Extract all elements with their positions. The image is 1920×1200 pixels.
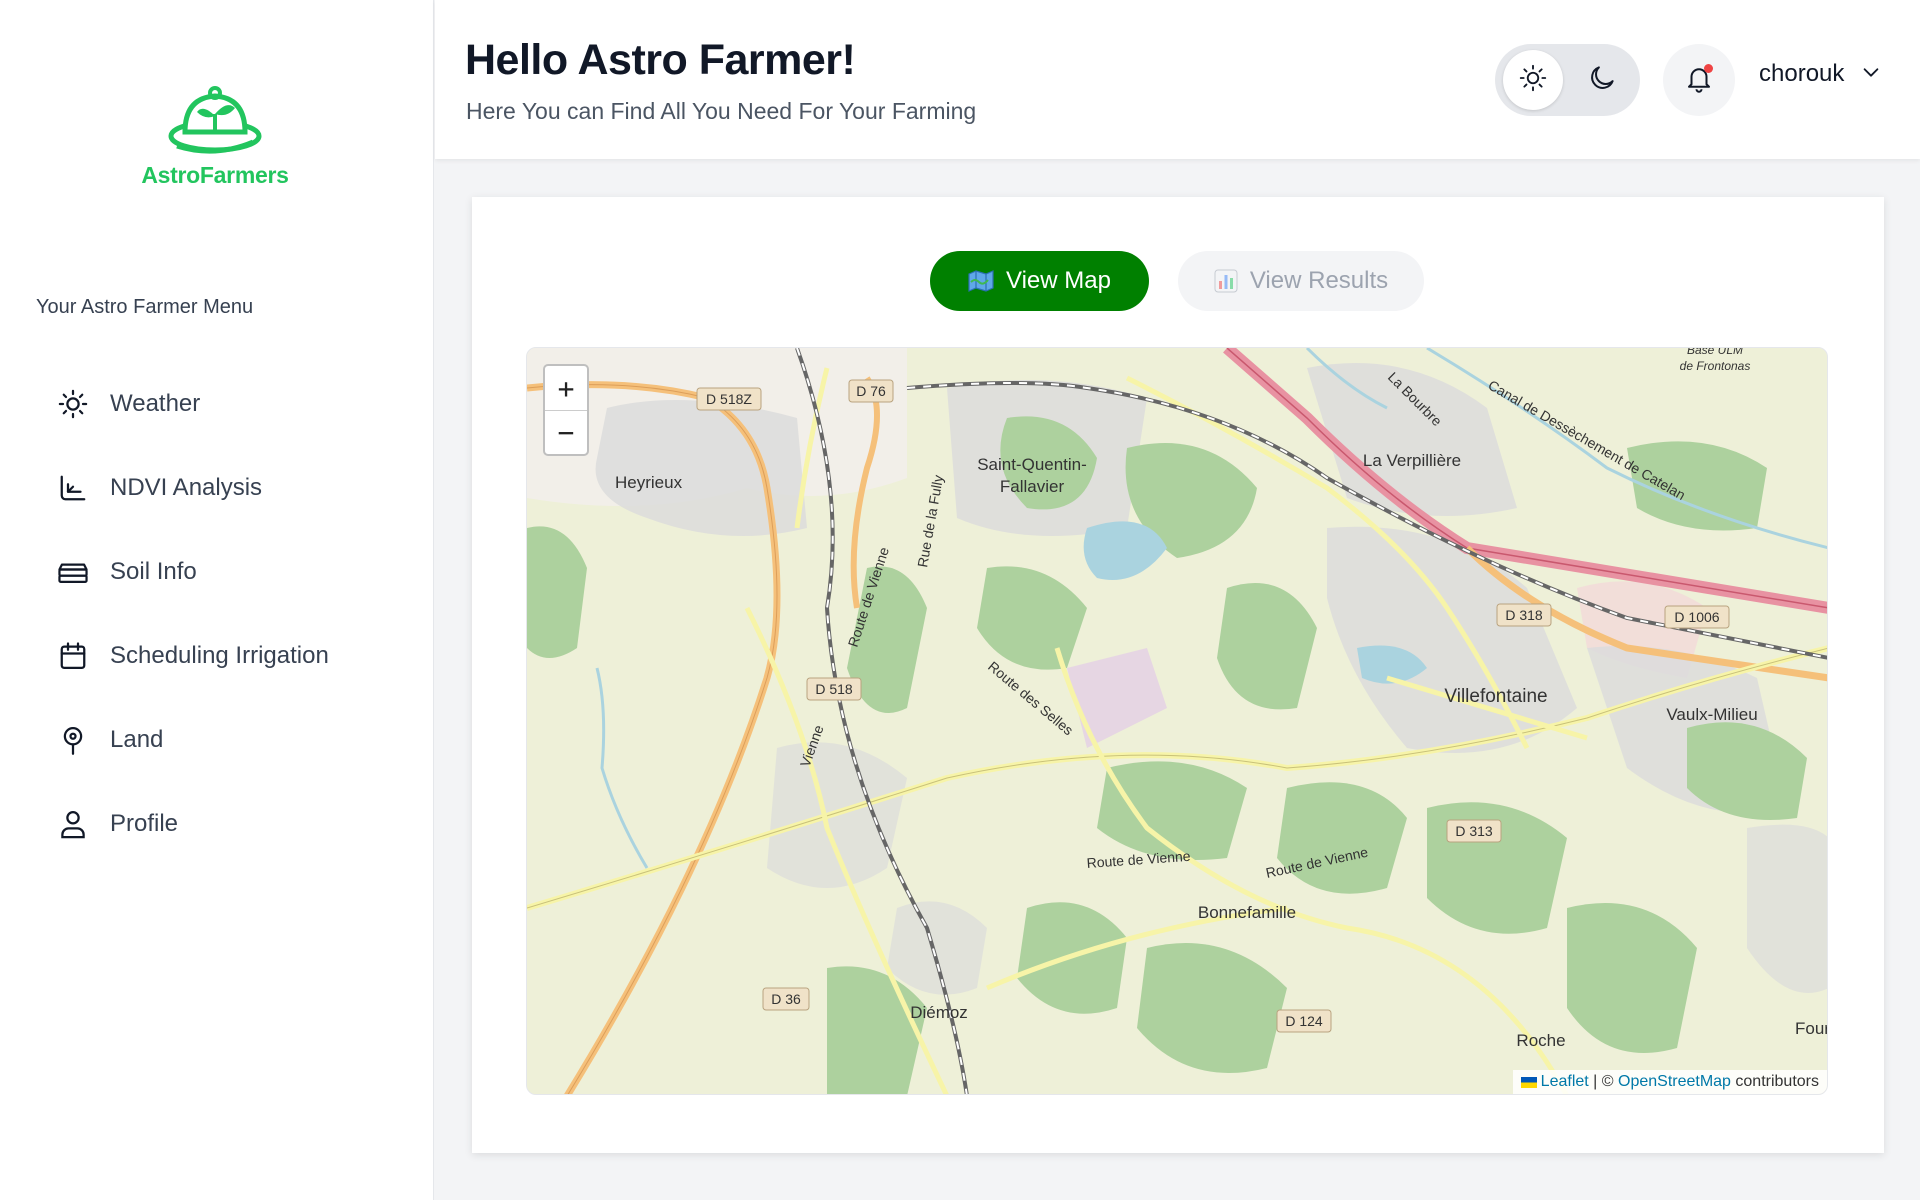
user-name: chorouk — [1759, 60, 1845, 87]
astrofarmers-logo-icon — [168, 86, 262, 154]
zoom-out-button[interactable]: − — [545, 410, 587, 454]
tab-label: View Map — [1006, 267, 1111, 294]
place-la-verpilliere: La Verpillière — [1363, 451, 1461, 470]
map-pin-icon — [56, 723, 90, 757]
map-emoji-icon — [968, 270, 994, 292]
ndvi-chart-icon — [56, 471, 90, 505]
notification-badge — [1704, 64, 1713, 73]
calendar-icon — [56, 639, 90, 673]
road-label-d518: D 518 — [806, 677, 862, 701]
sidebar-item-scheduling-irrigation[interactable]: Scheduling Irrigation — [56, 614, 329, 698]
map-attribution: Leaflet | © OpenStreetMap contributors — [1512, 1070, 1827, 1094]
theme-toggle — [1495, 44, 1640, 116]
place-fallavier: Fallavier — [1000, 477, 1065, 496]
road-label-d1006: D 1006 — [1664, 605, 1730, 629]
tab-view-map[interactable]: View Map — [930, 251, 1149, 311]
place-saint-quentin: Saint-Quentin- — [977, 455, 1087, 474]
menu-heading: Your Astro Farmer Menu — [36, 296, 254, 318]
soil-layers-icon — [56, 555, 90, 589]
svg-text:D 76: D 76 — [856, 383, 886, 399]
svg-text:D 518Z: D 518Z — [706, 391, 752, 407]
tab-label: View Results — [1249, 267, 1389, 294]
sidebar-item-label: Land — [110, 726, 164, 753]
top-header: Hello Astro Farmer! Here You can Find Al… — [435, 0, 1920, 159]
chevron-down-icon — [1860, 61, 1882, 88]
sidebar-item-label: Scheduling Irrigation — [110, 642, 329, 669]
sidebar-item-label: Profile — [110, 810, 179, 837]
notifications-button[interactable] — [1663, 44, 1735, 116]
road-label-d124: D 124 — [1276, 1009, 1332, 1033]
brand-logo[interactable]: AstroFarmers — [140, 84, 290, 189]
map-view[interactable]: D 518Z D 76 D 518 D 318 D 1006 D 313 D 3… — [526, 347, 1828, 1095]
tab-view-results[interactable]: View Results — [1178, 251, 1424, 311]
sun-icon — [56, 387, 90, 421]
ukraine-flag-icon — [1520, 1076, 1537, 1088]
svg-text:D 518: D 518 — [815, 681, 853, 697]
bar-chart-emoji-icon — [1214, 269, 1238, 293]
page-title: Hello Astro Farmer! — [465, 36, 856, 84]
road-label-d76: D 76 — [848, 379, 894, 403]
main-card: View Map View Results D 518Z D 76 D 518 … — [472, 197, 1884, 1153]
page-subtitle: Here You can Find All You Need For Your … — [466, 98, 977, 124]
zoom-control: + − — [543, 364, 589, 456]
svg-text:D 313: D 313 — [1455, 823, 1493, 839]
road-label-d518z: D 518Z — [696, 387, 762, 411]
sidebar: AstroFarmers Your Astro Farmer Menu Weat… — [0, 0, 434, 1200]
road-label-d313: D 313 — [1446, 819, 1502, 843]
map-tiles[interactable]: D 518Z D 76 D 518 D 318 D 1006 D 313 D 3… — [527, 348, 1828, 1095]
sidebar-item-weather[interactable]: Weather — [56, 362, 329, 446]
user-icon — [56, 807, 90, 841]
sidebar-item-ndvi-analysis[interactable]: NDVI Analysis — [56, 446, 329, 530]
openstreetmap-link[interactable]: OpenStreetMap — [1618, 1073, 1731, 1091]
place-vaulx-milieu: Vaulx-Milieu — [1666, 705, 1757, 724]
sidebar-item-profile[interactable]: Profile — [56, 782, 329, 866]
place-villefontaine: Villefontaine — [1444, 686, 1547, 707]
road-label-d36: D 36 — [762, 987, 810, 1011]
sidebar-item-soil-info[interactable]: Soil Info — [56, 530, 329, 614]
sidebar-menu: Weather NDVI Analysis Soil Info Scheduli… — [56, 362, 329, 866]
dark-mode-button[interactable] — [1572, 50, 1632, 110]
place-base-ulm: Base ULM — [1687, 348, 1743, 357]
sidebar-item-label: Soil Info — [110, 558, 197, 585]
light-mode-button[interactable] — [1503, 50, 1563, 110]
sidebar-item-label: Weather — [110, 390, 201, 417]
svg-text:D 1006: D 1006 — [1674, 609, 1719, 625]
user-menu[interactable]: chorouk — [1759, 60, 1882, 88]
road-label-d318: D 318 — [1496, 603, 1552, 627]
sidebar-item-land[interactable]: Land — [56, 698, 329, 782]
sun-icon — [1519, 64, 1547, 97]
place-diemoz: Diémoz — [910, 1003, 968, 1022]
place-bonnefamille: Bonnefamille — [1198, 903, 1296, 922]
attribution-suffix: contributors — [1730, 1073, 1819, 1090]
attribution-separator: | © — [1588, 1073, 1618, 1090]
place-heyrieux: Heyrieux — [615, 473, 683, 492]
moon-icon — [1587, 63, 1617, 98]
zoom-in-button[interactable]: + — [545, 366, 587, 410]
place-four: Four — [1795, 1019, 1828, 1038]
leaflet-link[interactable]: Leaflet — [1541, 1073, 1589, 1091]
place-de-frontonas: de Frontonas — [1680, 359, 1751, 373]
place-roche: Roche — [1516, 1031, 1565, 1050]
sidebar-item-label: NDVI Analysis — [110, 474, 263, 501]
brand-name: AstroFarmers — [141, 162, 289, 188]
svg-text:D 124: D 124 — [1285, 1013, 1323, 1029]
svg-text:D 318: D 318 — [1505, 607, 1543, 623]
svg-text:D 36: D 36 — [771, 991, 801, 1007]
